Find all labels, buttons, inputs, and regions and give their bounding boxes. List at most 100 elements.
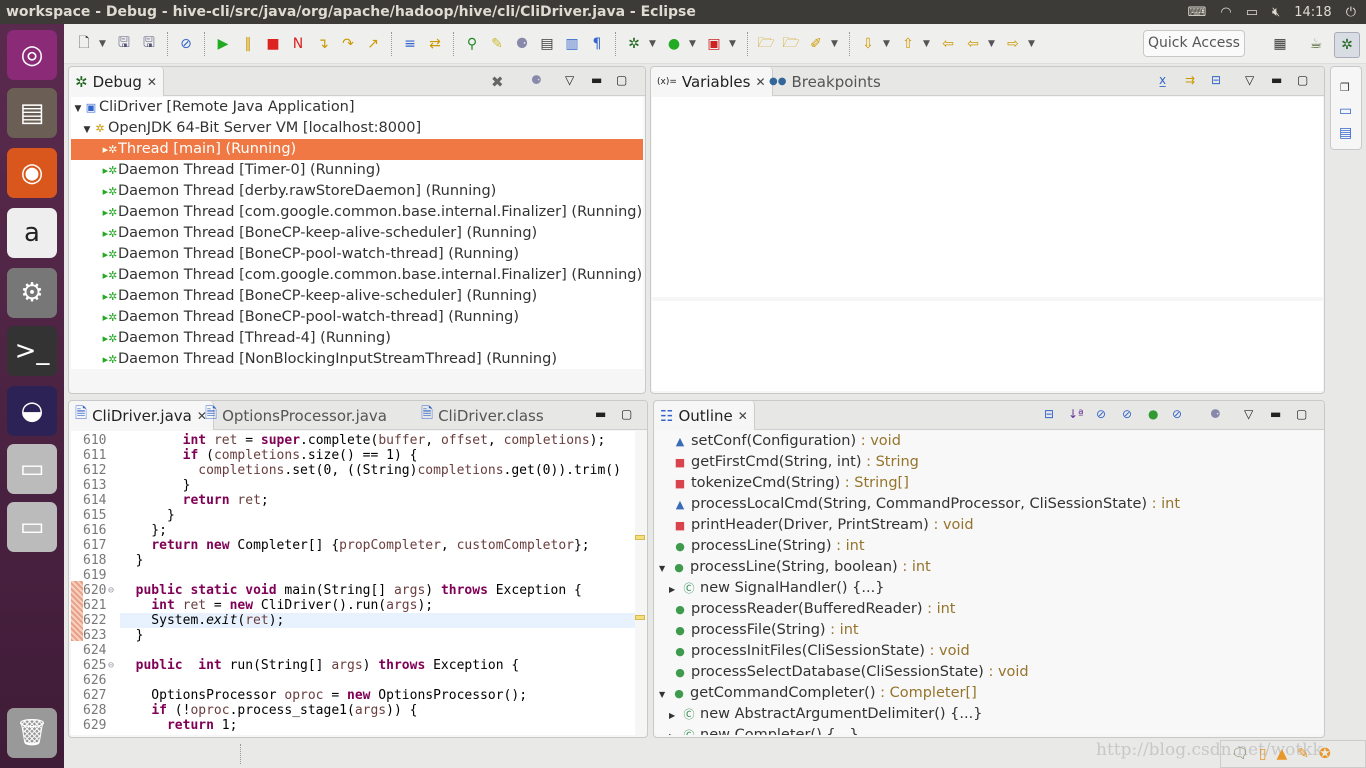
expand-toggle-icon[interactable]: ▶ [669, 579, 678, 600]
threads-icon[interactable]: ⚈ [531, 73, 542, 87]
variables-detail-pane[interactable] [652, 301, 1323, 391]
code-line[interactable]: 621 int ret = new CliDriver().run(args); [71, 598, 635, 613]
chevron-down-icon[interactable]: ▼ [729, 39, 739, 49]
view-menu-icon[interactable]: ▽ [1245, 73, 1254, 87]
tree-item[interactable]: ▸✲Thread [main] (Running) [71, 139, 643, 160]
tree-item[interactable]: ▸✲Daemon Thread [BoneCP-keep-alive-sched… [71, 286, 643, 307]
suspend-icon[interactable]: ‖ [238, 34, 258, 54]
drop-to-frame-icon[interactable]: ≡ [400, 34, 420, 54]
ubuntu-dash-icon[interactable]: ◎ [7, 30, 57, 80]
tutorial-icon[interactable]: ▲ [1277, 746, 1288, 762]
code-line[interactable]: 627 OptionsProcessor oproc = new Options… [71, 688, 635, 703]
remove-terminated-icon[interactable]: ✖ [491, 73, 504, 91]
new-icon[interactable]: 🗋 [74, 34, 94, 54]
last-edit-icon[interactable]: ⇦ [938, 34, 958, 54]
chevron-down-icon[interactable]: ▼ [689, 39, 699, 49]
overview-ruler-marker[interactable] [635, 535, 645, 540]
quick-access-input[interactable]: Quick Access [1143, 30, 1245, 57]
show-logical-structure-icon[interactable]: ⇉ [1185, 73, 1195, 87]
code-line[interactable]: 611 if (completions.size() == 1) { [71, 448, 635, 463]
clock[interactable]: 14:18 [1294, 5, 1331, 20]
fold-toggle-icon[interactable]: ⊖ [108, 658, 114, 673]
terminal-icon[interactable]: >_ [7, 326, 57, 376]
map-icon[interactable]: ▯ [1259, 746, 1267, 762]
skip-breakpoints-icon[interactable]: ⊘ [176, 34, 196, 54]
wifi-icon[interactable]: ◠ [1220, 5, 1231, 20]
code-line[interactable]: 625 ⊖ public int run(String[] args) throw… [71, 658, 635, 673]
tree-item[interactable]: ▸✲Daemon Thread [derby.rawStoreDaemon] (… [71, 181, 643, 202]
expand-toggle-icon[interactable]: ▼ [82, 120, 92, 141]
hide-fields-icon[interactable]: ⊘ [1096, 407, 1106, 421]
back-icon[interactable]: ⇦ [963, 34, 983, 54]
show-type-names-icon[interactable]: x̲ [1159, 73, 1166, 87]
code-line[interactable]: 618 } [71, 553, 635, 568]
tree-item[interactable]: ▸✲Daemon Thread [BoneCP-pool-watch-threa… [71, 244, 643, 265]
tasks-icon[interactable]: ▤ [1339, 125, 1352, 141]
outline-item[interactable]: ▶ Ⓒnew AbstractArgumentDelimiter() {...} [669, 704, 982, 725]
maximize-icon[interactable]: ▢ [616, 73, 627, 87]
tree-item[interactable]: ▼ ✲ OpenJDK 64-Bit Server VM [localhost:80… [71, 118, 643, 139]
save-all-icon[interactable]: 🖫 [139, 34, 159, 54]
tree-item[interactable]: ▸✲Daemon Thread [NonBlockingInputStreamT… [71, 349, 643, 370]
tab-variables[interactable]: (x)= Variables ✕ [651, 67, 773, 96]
outline-item[interactable]: ● processLine(String) : int [669, 536, 864, 557]
expand-toggle-icon[interactable]: ▶ [669, 705, 678, 726]
tab-optionsprocessor-java[interactable]: 🗎 OptionsProcessor.java [199, 401, 393, 430]
run-icon[interactable]: ● [664, 34, 684, 54]
badge-icon[interactable]: ✪ [1319, 746, 1331, 762]
trash-icon[interactable]: 🗑 [7, 708, 57, 758]
view-menu-icon[interactable]: ▽ [565, 73, 574, 87]
code-line[interactable]: 620 ⊖ public static void main(String[] ar… [71, 583, 635, 598]
minimize-icon[interactable]: ▬ [1270, 407, 1281, 421]
code-line[interactable]: 612 completions.set(0, ((String)completi… [71, 463, 635, 478]
collapse-toggle-icon[interactable]: ▼ [659, 684, 668, 705]
maximize-icon[interactable]: ▢ [621, 407, 632, 421]
expand-toggle-icon[interactable]: ▼ [73, 99, 83, 120]
code-line[interactable]: 619 [71, 568, 635, 583]
minimize-icon[interactable]: ▬ [595, 407, 606, 421]
outline-item[interactable]: ▼ ● getCommandCompleter() : Completer[] [659, 683, 977, 704]
code-line[interactable]: 626 [71, 673, 635, 688]
pen-icon[interactable]: ✐ [806, 34, 826, 54]
expand-toggle-icon[interactable]: ▶ [669, 726, 678, 735]
resume-icon[interactable]: ▶ [213, 34, 233, 54]
step-into-icon[interactable]: ↴ [313, 34, 333, 54]
outline-item[interactable]: ▲ setConf(Configuration) : void [669, 431, 901, 452]
java-perspective-icon[interactable]: ☕ [1306, 34, 1326, 54]
maximize-icon[interactable]: ▢ [1297, 73, 1308, 87]
debug-perspective-icon[interactable]: ✲ [1334, 32, 1360, 58]
amazon-icon[interactable]: a [7, 208, 57, 258]
collapse-toggle-icon[interactable]: ▼ [659, 558, 668, 579]
sort-icon[interactable]: ↓ª [1068, 407, 1084, 421]
outline-item[interactable]: ● processReader(BufferedReader) : int [669, 599, 955, 620]
tree-item[interactable]: ▸✲Daemon Thread [com.google.common.base.… [71, 265, 643, 286]
chevron-down-icon[interactable]: ▼ [99, 39, 109, 49]
tab-clidriver-class[interactable]: 🗎 CliDriver.class [415, 401, 550, 430]
code-line[interactable]: 628 if (!oproc.process_stage1(args)) { [71, 703, 635, 718]
tree-item[interactable]: ▸✲Daemon Thread [Thread-4] (Running) [71, 328, 643, 349]
code-line[interactable]: 614 return ret; [71, 493, 635, 508]
hide-non-public-icon[interactable]: ● [1148, 407, 1158, 421]
firefox-icon[interactable]: ◉ [7, 148, 57, 198]
open-perspective-icon[interactable]: ▦ [1270, 34, 1290, 54]
outline-item[interactable]: ▶Ⓒnew Completer() {...} [669, 725, 859, 735]
notification-icon[interactable]: 🗨 [1231, 746, 1249, 762]
overview-ruler-marker[interactable] [635, 615, 645, 620]
pen-icon[interactable]: ✎ [1297, 746, 1309, 762]
threads-icon[interactable]: ⚈ [512, 34, 532, 54]
code-area[interactable]: 610 int ret = super.complete(buffer, off… [71, 431, 635, 735]
fold-toggle-icon[interactable]: ⊖ [108, 583, 114, 598]
chevron-down-icon[interactable]: ▼ [1028, 39, 1038, 49]
files-icon[interactable]: ▤ [7, 88, 57, 138]
terminate-icon[interactable]: ■ [263, 34, 283, 54]
code-line[interactable]: 623 } [71, 628, 635, 643]
chevron-down-icon[interactable]: ▼ [883, 39, 893, 49]
open-type-icon[interactable]: ▤ [537, 34, 557, 54]
outline-item[interactable]: ▲ processLocalCmd(String, CommandProcesso… [669, 494, 1180, 515]
chevron-down-icon[interactable]: ▼ [649, 39, 659, 49]
forward-icon[interactable]: ⇨ [1003, 34, 1023, 54]
outline-item[interactable]: ▼ ● processLine(String, boolean) : int [659, 557, 931, 578]
code-line[interactable]: 617 return new Completer[] {propComplete… [71, 538, 635, 553]
tree-item[interactable]: ▸✲Daemon Thread [BoneCP-pool-watch-threa… [71, 307, 643, 328]
step-filters-icon[interactable]: ⇄ [425, 34, 445, 54]
